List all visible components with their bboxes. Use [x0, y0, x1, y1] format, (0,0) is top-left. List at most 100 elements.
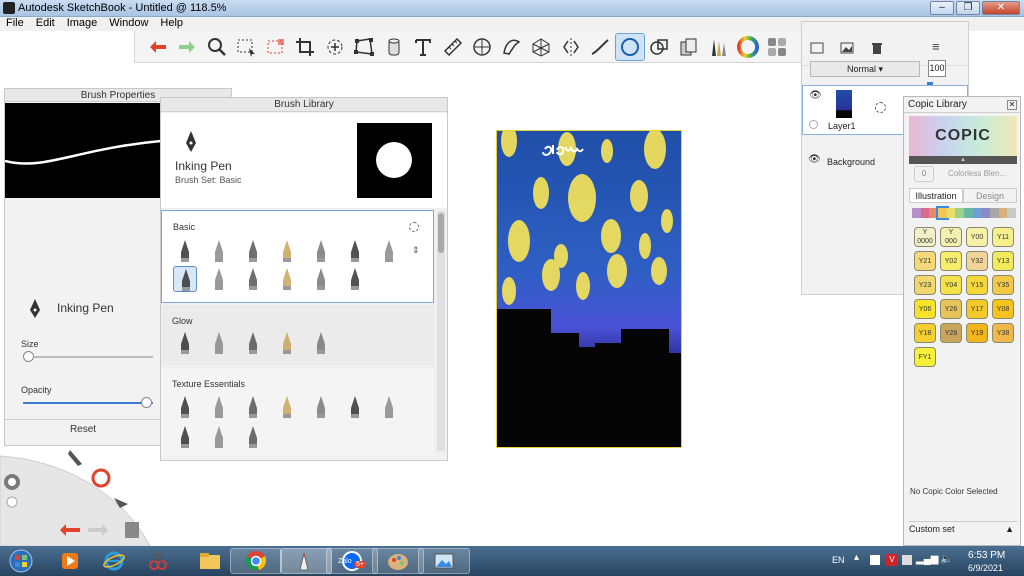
size-slider-track[interactable]	[23, 356, 153, 358]
menu-help[interactable]: Help	[154, 17, 189, 31]
copic-swatch[interactable]: Y35	[992, 275, 1014, 295]
glow-brush-5[interactable]	[309, 330, 333, 356]
glow-brush-3[interactable]	[241, 330, 265, 356]
taskbar-zalo[interactable]: Zalo 5+	[326, 548, 378, 574]
add-image-layer-icon[interactable]	[840, 42, 854, 54]
clock-time[interactable]: 6:53 PM	[968, 550, 1005, 561]
clock-date[interactable]: 6/9/2021	[968, 563, 1003, 573]
layer-lock-icon[interactable]	[875, 102, 886, 113]
copic-close-icon[interactable]: ✕	[1007, 100, 1017, 110]
brushes-button[interactable]	[704, 33, 734, 61]
lagoon-hide-button[interactable]	[3, 470, 21, 488]
fill-tool[interactable]	[379, 33, 409, 61]
copic-swatch[interactable]: Y06	[914, 299, 936, 319]
ellipse-guide-tool[interactable]	[468, 33, 498, 61]
circle-shape-tool[interactable]	[615, 32, 645, 61]
basic-row1-brush-3[interactable]	[241, 238, 265, 264]
texture-row2-brush-2[interactable]	[207, 424, 231, 450]
layer-opacity-field[interactable]: 100	[928, 60, 946, 77]
network-signal-icon[interactable]: ▂▄▆	[916, 554, 938, 565]
taskbar-paint[interactable]	[372, 548, 424, 574]
custom-set-bar[interactable]: Custom set ▲	[909, 521, 1017, 535]
copic-swatch[interactable]: FY1	[914, 347, 936, 367]
copic-swatch[interactable]: Y08	[992, 299, 1014, 319]
basic-row2-brush-2[interactable]	[207, 266, 231, 292]
copic-swatch[interactable]: Y02	[940, 251, 962, 271]
zoom-tool[interactable]	[202, 33, 232, 61]
redo-button[interactable]	[173, 33, 203, 61]
copic-swatch[interactable]: Y17	[966, 299, 988, 319]
copy-tool[interactable]	[674, 33, 704, 61]
texture-row1-brush-7[interactable]	[377, 394, 401, 420]
french-curve-tool[interactable]	[497, 33, 527, 61]
colorless-blender-swatch[interactable]: 0	[914, 166, 934, 182]
basic-row1-brush-1[interactable]	[173, 238, 197, 264]
basic-row1-brush-4[interactable]	[275, 238, 299, 264]
blend-mode-select[interactable]: Normal ▾	[810, 61, 920, 77]
copic-swatch[interactable]: Y13	[992, 251, 1014, 271]
texture-row2-brush-1[interactable]	[173, 424, 197, 450]
menu-image[interactable]: Image	[61, 17, 104, 31]
basic-row1-brush-2[interactable]	[207, 238, 231, 264]
copic-swatch[interactable]: Y04	[940, 275, 962, 295]
layer-visibility-icon[interactable]: 👁	[808, 154, 821, 165]
taskbar-snipping-tool[interactable]	[132, 548, 184, 574]
taskbar-chrome[interactable]	[230, 548, 282, 574]
texture-row1-brush-2[interactable]	[207, 394, 231, 420]
color-editor-button[interactable]	[733, 33, 763, 61]
opacity-slider-handle[interactable]	[141, 397, 152, 408]
copic-swatch[interactable]: Y21	[914, 251, 936, 271]
layer-visibility-icon[interactable]: 👁	[809, 90, 822, 101]
glow-brush-4[interactable]	[275, 330, 299, 356]
lagoon-color-wheel-icon[interactable]	[90, 468, 112, 490]
distort-tool[interactable]	[350, 33, 380, 61]
taskbar-sketchbook[interactable]	[280, 548, 332, 574]
tray-vivaldi-icon[interactable]: V	[886, 554, 898, 566]
copic-swatch[interactable]: Y11	[992, 227, 1014, 247]
basic-row2-brush-1[interactable]	[173, 266, 197, 292]
basic-row2-brush-4[interactable]	[275, 266, 299, 292]
copic-swatch[interactable]: Y18	[914, 323, 936, 343]
tab-design[interactable]: Design	[963, 188, 1017, 203]
copic-swatch[interactable]: Y00	[966, 227, 988, 247]
glow-brush-1[interactable]	[173, 330, 197, 356]
tray-device-icon[interactable]	[902, 555, 912, 565]
layer-menu-icon[interactable]: ≡	[932, 39, 940, 54]
undo-button[interactable]	[143, 33, 173, 61]
texture-row1-brush-6[interactable]	[343, 394, 367, 420]
lagoon-redo-icon[interactable]	[86, 522, 110, 540]
lagoon-layers-icon[interactable]	[123, 520, 141, 540]
basic-row2-brush-6[interactable]	[343, 266, 367, 292]
brush-library-scrollbar[interactable]	[437, 211, 445, 451]
texture-row2-brush-3[interactable]	[241, 424, 265, 450]
reorder-icon[interactable]: ⇕	[412, 245, 420, 256]
add-layer-icon[interactable]	[810, 42, 824, 54]
shapes-tool[interactable]	[645, 33, 675, 61]
copic-family-strip[interactable]	[912, 206, 1017, 220]
texture-row1-brush-1[interactable]	[173, 394, 197, 420]
texture-row1-brush-3[interactable]	[241, 394, 265, 420]
copic-swatch[interactable]: Y38	[992, 323, 1014, 343]
texture-row1-brush-5[interactable]	[309, 394, 333, 420]
copic-swatch[interactable]: Y23	[914, 275, 936, 295]
glow-brush-2[interactable]	[207, 330, 231, 356]
close-button[interactable]: ✕	[982, 1, 1020, 15]
size-slider-handle[interactable]	[23, 351, 34, 362]
copic-swatch[interactable]: Y28	[940, 323, 962, 343]
tab-illustration[interactable]: Illustration	[909, 188, 963, 203]
select-tool[interactable]	[232, 33, 262, 61]
menu-file[interactable]: File	[0, 17, 30, 31]
copic-collapse-icon[interactable]: ▲	[909, 156, 1017, 164]
transform-tool[interactable]	[320, 33, 350, 61]
tray-clipboard-icon[interactable]	[870, 555, 880, 565]
minimize-button[interactable]: –	[930, 1, 954, 15]
copic-swatch[interactable]: Y15	[966, 275, 988, 295]
copic-swatch[interactable]: Y26	[940, 299, 962, 319]
stroke-tool[interactable]	[586, 33, 616, 61]
volume-icon[interactable]: 🔈	[940, 554, 952, 565]
texture-row1-brush-4[interactable]	[275, 394, 299, 420]
lagoon-undo-icon[interactable]	[58, 522, 82, 540]
opacity-slider-track[interactable]	[23, 402, 153, 404]
layer-select-radio[interactable]	[809, 120, 818, 129]
lagoon-select-icon[interactable]	[110, 494, 132, 512]
